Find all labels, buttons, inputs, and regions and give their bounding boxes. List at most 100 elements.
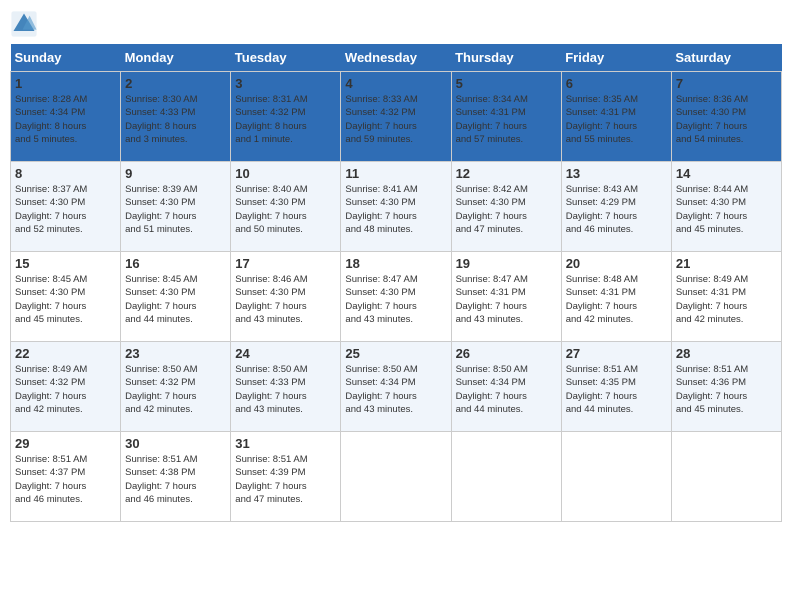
cell-details: Sunrise: 8:31 AMSunset: 4:32 PMDaylight:… xyxy=(235,93,336,146)
day-number: 22 xyxy=(15,346,116,361)
day-number: 29 xyxy=(15,436,116,451)
day-number: 30 xyxy=(125,436,226,451)
day-number: 2 xyxy=(125,76,226,91)
logo xyxy=(10,10,42,38)
cell-details: Sunrise: 8:50 AMSunset: 4:32 PMDaylight:… xyxy=(125,363,226,416)
day-number: 25 xyxy=(345,346,446,361)
day-number: 20 xyxy=(566,256,667,271)
calendar-cell-day-11: 11 Sunrise: 8:41 AMSunset: 4:30 PMDayligh… xyxy=(341,162,451,252)
calendar-cell-day-17: 17 Sunrise: 8:46 AMSunset: 4:30 PMDayligh… xyxy=(231,252,341,342)
cell-details: Sunrise: 8:51 AMSunset: 4:35 PMDaylight:… xyxy=(566,363,667,416)
day-number: 12 xyxy=(456,166,557,181)
cell-details: Sunrise: 8:30 AMSunset: 4:33 PMDaylight:… xyxy=(125,93,226,146)
cell-details: Sunrise: 8:48 AMSunset: 4:31 PMDaylight:… xyxy=(566,273,667,326)
cell-details: Sunrise: 8:47 AMSunset: 4:31 PMDaylight:… xyxy=(456,273,557,326)
logo-icon xyxy=(10,10,38,38)
day-number: 21 xyxy=(676,256,777,271)
cell-details: Sunrise: 8:46 AMSunset: 4:30 PMDaylight:… xyxy=(235,273,336,326)
calendar-cell-day-22: 22 Sunrise: 8:49 AMSunset: 4:32 PMDayligh… xyxy=(11,342,121,432)
cell-details: Sunrise: 8:45 AMSunset: 4:30 PMDaylight:… xyxy=(125,273,226,326)
empty-cell xyxy=(561,432,671,522)
day-number: 23 xyxy=(125,346,226,361)
calendar-cell-day-31: 31 Sunrise: 8:51 AMSunset: 4:39 PMDayligh… xyxy=(231,432,341,522)
calendar-cell-day-18: 18 Sunrise: 8:47 AMSunset: 4:30 PMDayligh… xyxy=(341,252,451,342)
day-number: 31 xyxy=(235,436,336,451)
calendar-cell-day-7: 7 Sunrise: 8:36 AMSunset: 4:30 PMDaylight… xyxy=(671,72,781,162)
calendar-cell-day-9: 9Sunrise: 8:39 AMSunset: 4:30 PMDaylight… xyxy=(121,162,231,252)
empty-cell xyxy=(671,432,781,522)
day-number: 27 xyxy=(566,346,667,361)
cell-details: Sunrise: 8:36 AMSunset: 4:30 PMDaylight:… xyxy=(676,93,777,146)
day-header-sunday: Sunday xyxy=(11,44,121,72)
cell-details: Sunrise: 8:50 AMSunset: 4:34 PMDaylight:… xyxy=(456,363,557,416)
page-header xyxy=(10,10,782,38)
day-number: 5 xyxy=(456,76,557,91)
cell-details: Sunrise: 8:28 AMSunset: 4:34 PMDaylight:… xyxy=(15,93,116,146)
day-number: 28 xyxy=(676,346,777,361)
day-number: 1 xyxy=(15,76,116,91)
calendar-cell-day-27: 27 Sunrise: 8:51 AMSunset: 4:35 PMDayligh… xyxy=(561,342,671,432)
calendar-cell-day-10: 10 Sunrise: 8:40 AMSunset: 4:30 PMDayligh… xyxy=(231,162,341,252)
day-number: 3 xyxy=(235,76,336,91)
day-number: 8 xyxy=(15,166,116,181)
calendar-cell-day-23: 23 Sunrise: 8:50 AMSunset: 4:32 PMDayligh… xyxy=(121,342,231,432)
cell-details: Sunrise: 8:37 AMSunset: 4:30 PMDaylight:… xyxy=(15,183,116,236)
calendar-cell-day-20: 20 Sunrise: 8:48 AMSunset: 4:31 PMDayligh… xyxy=(561,252,671,342)
cell-details: Sunrise: 8:49 AMSunset: 4:32 PMDaylight:… xyxy=(15,363,116,416)
empty-cell xyxy=(341,432,451,522)
cell-details: Sunrise: 8:47 AMSunset: 4:30 PMDaylight:… xyxy=(345,273,446,326)
cell-details: Sunrise: 8:40 AMSunset: 4:30 PMDaylight:… xyxy=(235,183,336,236)
day-number: 11 xyxy=(345,166,446,181)
calendar-cell-day-19: 19 Sunrise: 8:47 AMSunset: 4:31 PMDayligh… xyxy=(451,252,561,342)
day-number: 14 xyxy=(676,166,777,181)
calendar-cell-day-28: 28 Sunrise: 8:51 AMSunset: 4:36 PMDayligh… xyxy=(671,342,781,432)
calendar-cell-day-14: 14 Sunrise: 8:44 AMSunset: 4:30 PMDayligh… xyxy=(671,162,781,252)
day-number: 16 xyxy=(125,256,226,271)
day-header-thursday: Thursday xyxy=(451,44,561,72)
cell-details: Sunrise: 8:44 AMSunset: 4:30 PMDaylight:… xyxy=(676,183,777,236)
day-number: 7 xyxy=(676,76,777,91)
day-number: 10 xyxy=(235,166,336,181)
day-number: 26 xyxy=(456,346,557,361)
calendar-cell-day-1: 1 Sunrise: 8:28 AMSunset: 4:34 PMDaylight… xyxy=(11,72,121,162)
calendar-cell-day-21: 21 Sunrise: 8:49 AMSunset: 4:31 PMDayligh… xyxy=(671,252,781,342)
calendar-cell-day-3: 3 Sunrise: 8:31 AMSunset: 4:32 PMDaylight… xyxy=(231,72,341,162)
calendar-cell-day-15: 15Sunrise: 8:45 AMSunset: 4:30 PMDayligh… xyxy=(11,252,121,342)
calendar-cell-day-16: 16 Sunrise: 8:45 AMSunset: 4:30 PMDayligh… xyxy=(121,252,231,342)
calendar-cell-day-12: 12 Sunrise: 8:42 AMSunset: 4:30 PMDayligh… xyxy=(451,162,561,252)
day-number: 15 xyxy=(15,256,116,271)
day-number: 18 xyxy=(345,256,446,271)
calendar-cell-day-13: 13Sunrise: 8:43 AMSunset: 4:29 PMDayligh… xyxy=(561,162,671,252)
calendar-cell-day-25: 25 Sunrise: 8:50 AMSunset: 4:34 PMDayligh… xyxy=(341,342,451,432)
calendar-cell-day-8: 8 Sunrise: 8:37 AMSunset: 4:30 PMDaylight… xyxy=(11,162,121,252)
day-header-wednesday: Wednesday xyxy=(341,44,451,72)
calendar-cell-day-2: 2 Sunrise: 8:30 AMSunset: 4:33 PMDaylight… xyxy=(121,72,231,162)
calendar-table: SundayMondayTuesdayWednesdayThursdayFrid… xyxy=(10,44,782,522)
day-number: 6 xyxy=(566,76,667,91)
day-number: 24 xyxy=(235,346,336,361)
day-number: 4 xyxy=(345,76,446,91)
cell-details: Sunrise: 8:49 AMSunset: 4:31 PMDaylight:… xyxy=(676,273,777,326)
day-number: 13 xyxy=(566,166,667,181)
cell-details: Sunrise: 8:50 AMSunset: 4:33 PMDaylight:… xyxy=(235,363,336,416)
cell-details: Sunrise: 8:50 AMSunset: 4:34 PMDaylight:… xyxy=(345,363,446,416)
cell-details: Sunrise: 8:41 AMSunset: 4:30 PMDaylight:… xyxy=(345,183,446,236)
day-number: 9 xyxy=(125,166,226,181)
day-header-friday: Friday xyxy=(561,44,671,72)
cell-details: Sunrise: 8:34 AMSunset: 4:31 PMDaylight:… xyxy=(456,93,557,146)
empty-cell xyxy=(451,432,561,522)
calendar-cell-day-26: 26 Sunrise: 8:50 AMSunset: 4:34 PMDayligh… xyxy=(451,342,561,432)
calendar-cell-day-29: 29 Sunrise: 8:51 AMSunset: 4:37 PMDayligh… xyxy=(11,432,121,522)
cell-details: Sunrise: 8:51 AMSunset: 4:39 PMDaylight:… xyxy=(235,453,336,506)
cell-details: Sunrise: 8:42 AMSunset: 4:30 PMDaylight:… xyxy=(456,183,557,236)
day-header-monday: Monday xyxy=(121,44,231,72)
calendar-cell-day-4: 4 Sunrise: 8:33 AMSunset: 4:32 PMDaylight… xyxy=(341,72,451,162)
calendar-cell-day-30: 30Sunrise: 8:51 AMSunset: 4:38 PMDayligh… xyxy=(121,432,231,522)
calendar-cell-day-6: 6 Sunrise: 8:35 AMSunset: 4:31 PMDaylight… xyxy=(561,72,671,162)
day-number: 17 xyxy=(235,256,336,271)
cell-details: Sunrise: 8:35 AMSunset: 4:31 PMDaylight:… xyxy=(566,93,667,146)
cell-details: Sunrise: 8:51 AMSunset: 4:36 PMDaylight:… xyxy=(676,363,777,416)
day-number: 19 xyxy=(456,256,557,271)
cell-details: Sunrise: 8:33 AMSunset: 4:32 PMDaylight:… xyxy=(345,93,446,146)
cell-details: Sunrise: 8:51 AMSunset: 4:37 PMDaylight:… xyxy=(15,453,116,506)
